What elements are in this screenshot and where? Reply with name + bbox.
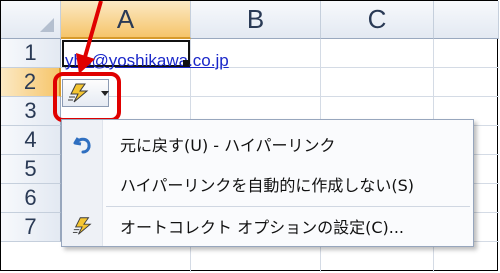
menu-item-label: オートコレクト オプションの設定(C)... [120, 218, 405, 237]
red-highlight-box [53, 72, 121, 122]
select-all-triangle [40, 18, 54, 32]
menu-item-label: 元に戻す(U) - ハイパーリンク [120, 136, 336, 155]
menu-separator [106, 206, 470, 207]
column-header-d-partial[interactable] [434, 1, 499, 39]
autocorrect-options-menu: 元に戻す(U) - ハイパーリンク ハイパーリンクを自動的に作成しない(S) オ… [61, 119, 474, 247]
row-header-4[interactable]: 4 [1, 126, 61, 155]
fill-handle[interactable] [183, 60, 189, 66]
row-header-7[interactable]: 7 [1, 213, 61, 242]
menu-item-autocorrect-settings[interactable]: オートコレクト オプションの設定(C)... [62, 208, 473, 244]
row-header-5[interactable]: 5 [1, 155, 61, 184]
undo-icon [73, 137, 91, 154]
row-header-6[interactable]: 6 [1, 184, 61, 213]
menu-item-undo-hyperlink[interactable]: 元に戻す(U) - ハイパーリンク [62, 126, 473, 162]
column-header-c[interactable]: C [321, 1, 434, 39]
menu-item-stop-auto-hyperlink[interactable]: ハイパーリンクを自動的に作成しない(S) [62, 166, 473, 202]
red-arrow-annotation [76, 1, 103, 74]
select-all-corner[interactable] [1, 1, 61, 39]
row-header-2[interactable]: 2 [1, 68, 61, 97]
lightning-bolt-icon [72, 217, 92, 235]
column-header-b[interactable]: B [191, 1, 321, 39]
row-header-1[interactable]: 1 [1, 39, 61, 68]
excel-window: A B C 1 2 3 4 5 6 7 yhs@yoshikawa.co.jp [0, 0, 499, 272]
menu-item-label: ハイパーリンクを自動的に作成しない(S) [120, 176, 415, 195]
row-header-3[interactable]: 3 [1, 97, 61, 126]
